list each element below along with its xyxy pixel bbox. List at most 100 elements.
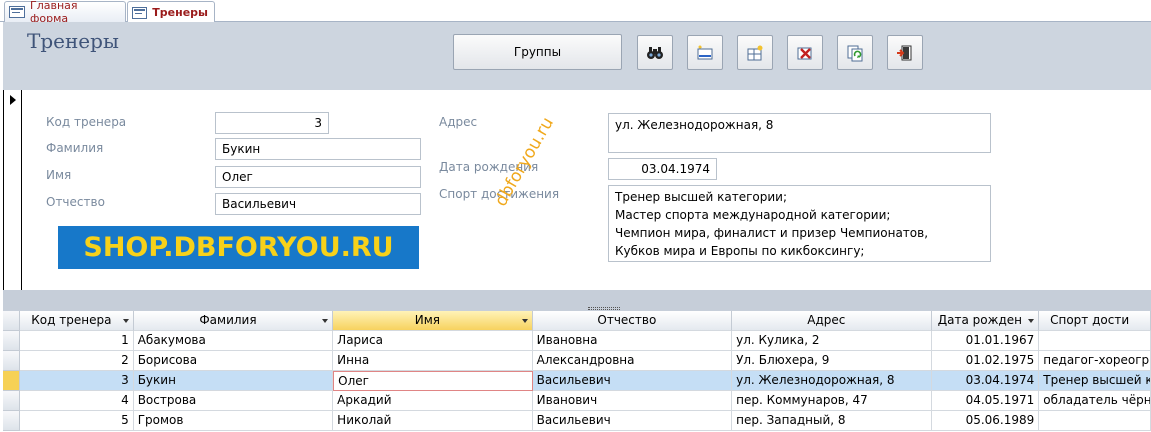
- cell-achievements[interactable]: [1039, 331, 1151, 351]
- table-row[interactable]: 5 Громов Николай Васильевич пер. Западны…: [3, 411, 1151, 431]
- cell-achievements[interactable]: Тренер высшей к: [1039, 371, 1151, 391]
- find-icon: [647, 46, 663, 59]
- row-selector[interactable]: [3, 411, 20, 431]
- cell-patronymic[interactable]: Иванович: [532, 391, 733, 411]
- label-code: Код тренера: [46, 115, 127, 129]
- form-icon: [132, 6, 148, 19]
- code-field[interactable]: 3: [215, 112, 329, 134]
- close-form-button[interactable]: [887, 35, 923, 70]
- label-name: Имя: [46, 168, 72, 182]
- logo-banner: SHOP.DBFORYOU.RU: [58, 226, 419, 269]
- tab-main-form[interactable]: Главная форма: [4, 0, 126, 25]
- table-row-current[interactable]: 3 Букин Олег Васильевич ул. Железнодорож…: [3, 371, 1151, 391]
- achievements-line: Чемпион мира, финалист и призер Чемпиона…: [615, 226, 929, 240]
- table-row[interactable]: 4 Вострова Аркадий Иванович пер. Коммуна…: [3, 391, 1151, 411]
- document-tabs: Главная форма Тренеры: [0, 0, 1151, 25]
- form-header: Тренеры Группы: [3, 22, 1151, 90]
- cell-achievements[interactable]: [1039, 411, 1151, 431]
- cell-birth[interactable]: 04.05.1971: [931, 391, 1040, 411]
- row-selector[interactable]: [3, 331, 20, 351]
- row-selector[interactable]: [3, 371, 20, 391]
- cell-code[interactable]: 1: [20, 331, 134, 351]
- cell-birth[interactable]: 03.04.1974: [931, 371, 1040, 391]
- dropdown-arrow-icon: [122, 319, 129, 323]
- dropdown-arrow-icon: [521, 319, 528, 323]
- achievements-line: Кубков мира и Европы по кикбоксингу;: [615, 244, 865, 258]
- select-all-corner[interactable]: [3, 311, 20, 331]
- row-selector[interactable]: [3, 351, 20, 371]
- add-record-button[interactable]: [737, 35, 773, 70]
- cell-name[interactable]: Николай: [333, 411, 533, 431]
- column-header-label: Код тренера: [31, 313, 112, 327]
- cell-address[interactable]: пер. Коммунаров, 47: [732, 391, 932, 411]
- groups-button[interactable]: Группы: [453, 34, 622, 70]
- cell-address[interactable]: Ул. Блюхера, 9: [732, 351, 932, 371]
- achievements-field[interactable]: Тренер высшей категории; Мастер спорта м…: [608, 185, 991, 262]
- cell-patronymic[interactable]: Васильевич: [532, 371, 733, 391]
- tab-label: Тренеры: [152, 6, 208, 19]
- new-record-icon: [697, 45, 713, 59]
- cell-patronymic[interactable]: Ивановна: [532, 331, 733, 351]
- refresh-button[interactable]: [837, 35, 873, 70]
- delete-record-icon: [797, 47, 812, 59]
- cell-surname[interactable]: Вострова: [133, 391, 334, 411]
- column-header-patronymic[interactable]: Отчество: [532, 311, 733, 331]
- cell-name[interactable]: Лариса: [333, 331, 533, 351]
- cell-surname[interactable]: Громов: [133, 411, 334, 431]
- achievements-line: Тренер высшей категории;: [615, 190, 787, 204]
- patronymic-field[interactable]: Васильевич: [215, 193, 421, 215]
- cell-address[interactable]: ул. Кулика, 2: [732, 331, 932, 351]
- header-row: Код тренера Фамилия Имя Отчество Адрес Д…: [3, 311, 1151, 331]
- form-detail: Код тренера 3 Фамилия Букин Имя Олег Отч…: [3, 90, 1151, 290]
- cell-patronymic[interactable]: Александровна: [532, 351, 733, 371]
- cell-code[interactable]: 4: [20, 391, 134, 411]
- column-header-label: Адрес: [807, 313, 846, 327]
- close-form-icon: [897, 45, 912, 60]
- cell-achievements[interactable]: педагог-хореогр: [1039, 351, 1151, 371]
- split-form-splitter[interactable]: [3, 290, 1151, 311]
- cell-birth[interactable]: 01.02.1975: [931, 351, 1040, 371]
- column-header-achievements[interactable]: Спорт дости: [1039, 311, 1151, 331]
- address-field[interactable]: ул. Железнодорожная, 8: [608, 113, 991, 153]
- achievements-line: Мастер спорта международной категории;: [615, 208, 891, 222]
- record-selector[interactable]: [4, 90, 22, 290]
- cell-address[interactable]: ул. Железнодорожная, 8: [732, 371, 932, 391]
- name-field[interactable]: Олег: [215, 166, 421, 188]
- column-header-address[interactable]: Адрес: [732, 311, 932, 331]
- cell-code[interactable]: 3: [20, 371, 134, 391]
- cell-name[interactable]: Аркадий: [333, 391, 533, 411]
- cell-birth[interactable]: 05.06.1989: [931, 411, 1040, 431]
- current-record-arrow-icon: [10, 95, 16, 105]
- row-selector[interactable]: [3, 391, 20, 411]
- column-header-code[interactable]: Код тренера: [20, 311, 134, 331]
- delete-record-button[interactable]: [787, 35, 823, 70]
- column-header-label: Имя: [414, 313, 441, 327]
- label-patronymic: Отчество: [46, 195, 105, 209]
- cell-address[interactable]: пер. Западный, 8: [732, 411, 932, 431]
- cell-patronymic[interactable]: Васильевич: [532, 411, 733, 431]
- birth-date-field[interactable]: 03.04.1974: [608, 158, 717, 180]
- cell-name[interactable]: Инна: [333, 351, 533, 371]
- form-icon: [9, 6, 25, 18]
- cell-code[interactable]: 2: [20, 351, 134, 371]
- new-record-button[interactable]: [687, 35, 723, 70]
- column-header-name[interactable]: Имя: [333, 311, 533, 331]
- cell-birth[interactable]: 01.01.1967: [931, 331, 1040, 351]
- table-row[interactable]: 1 Абакумова Лариса Ивановна ул. Кулика, …: [3, 331, 1151, 351]
- cell-achievements[interactable]: обладатель чёрн: [1039, 391, 1151, 411]
- find-button[interactable]: [637, 35, 673, 70]
- label-address: Адрес: [439, 115, 478, 129]
- cell-surname[interactable]: Борисова: [133, 351, 334, 371]
- splitter-grip-icon: [588, 307, 620, 310]
- cell-surname[interactable]: Абакумова: [133, 331, 334, 351]
- surname-field[interactable]: Букин: [215, 138, 421, 160]
- column-header-birth[interactable]: Дата рожден: [931, 311, 1040, 331]
- cell-surname[interactable]: Букин: [133, 371, 334, 391]
- table-row[interactable]: 2 Борисова Инна Александровна Ул. Блюхер…: [3, 351, 1151, 371]
- tab-trainers[interactable]: Тренеры: [127, 1, 215, 23]
- datasheet: Код тренера Фамилия Имя Отчество Адрес Д…: [3, 311, 1151, 432]
- label-surname: Фамилия: [46, 141, 104, 155]
- column-header-surname[interactable]: Фамилия: [133, 311, 334, 331]
- cell-code[interactable]: 5: [20, 411, 134, 431]
- cell-name-active[interactable]: Олег: [333, 371, 533, 391]
